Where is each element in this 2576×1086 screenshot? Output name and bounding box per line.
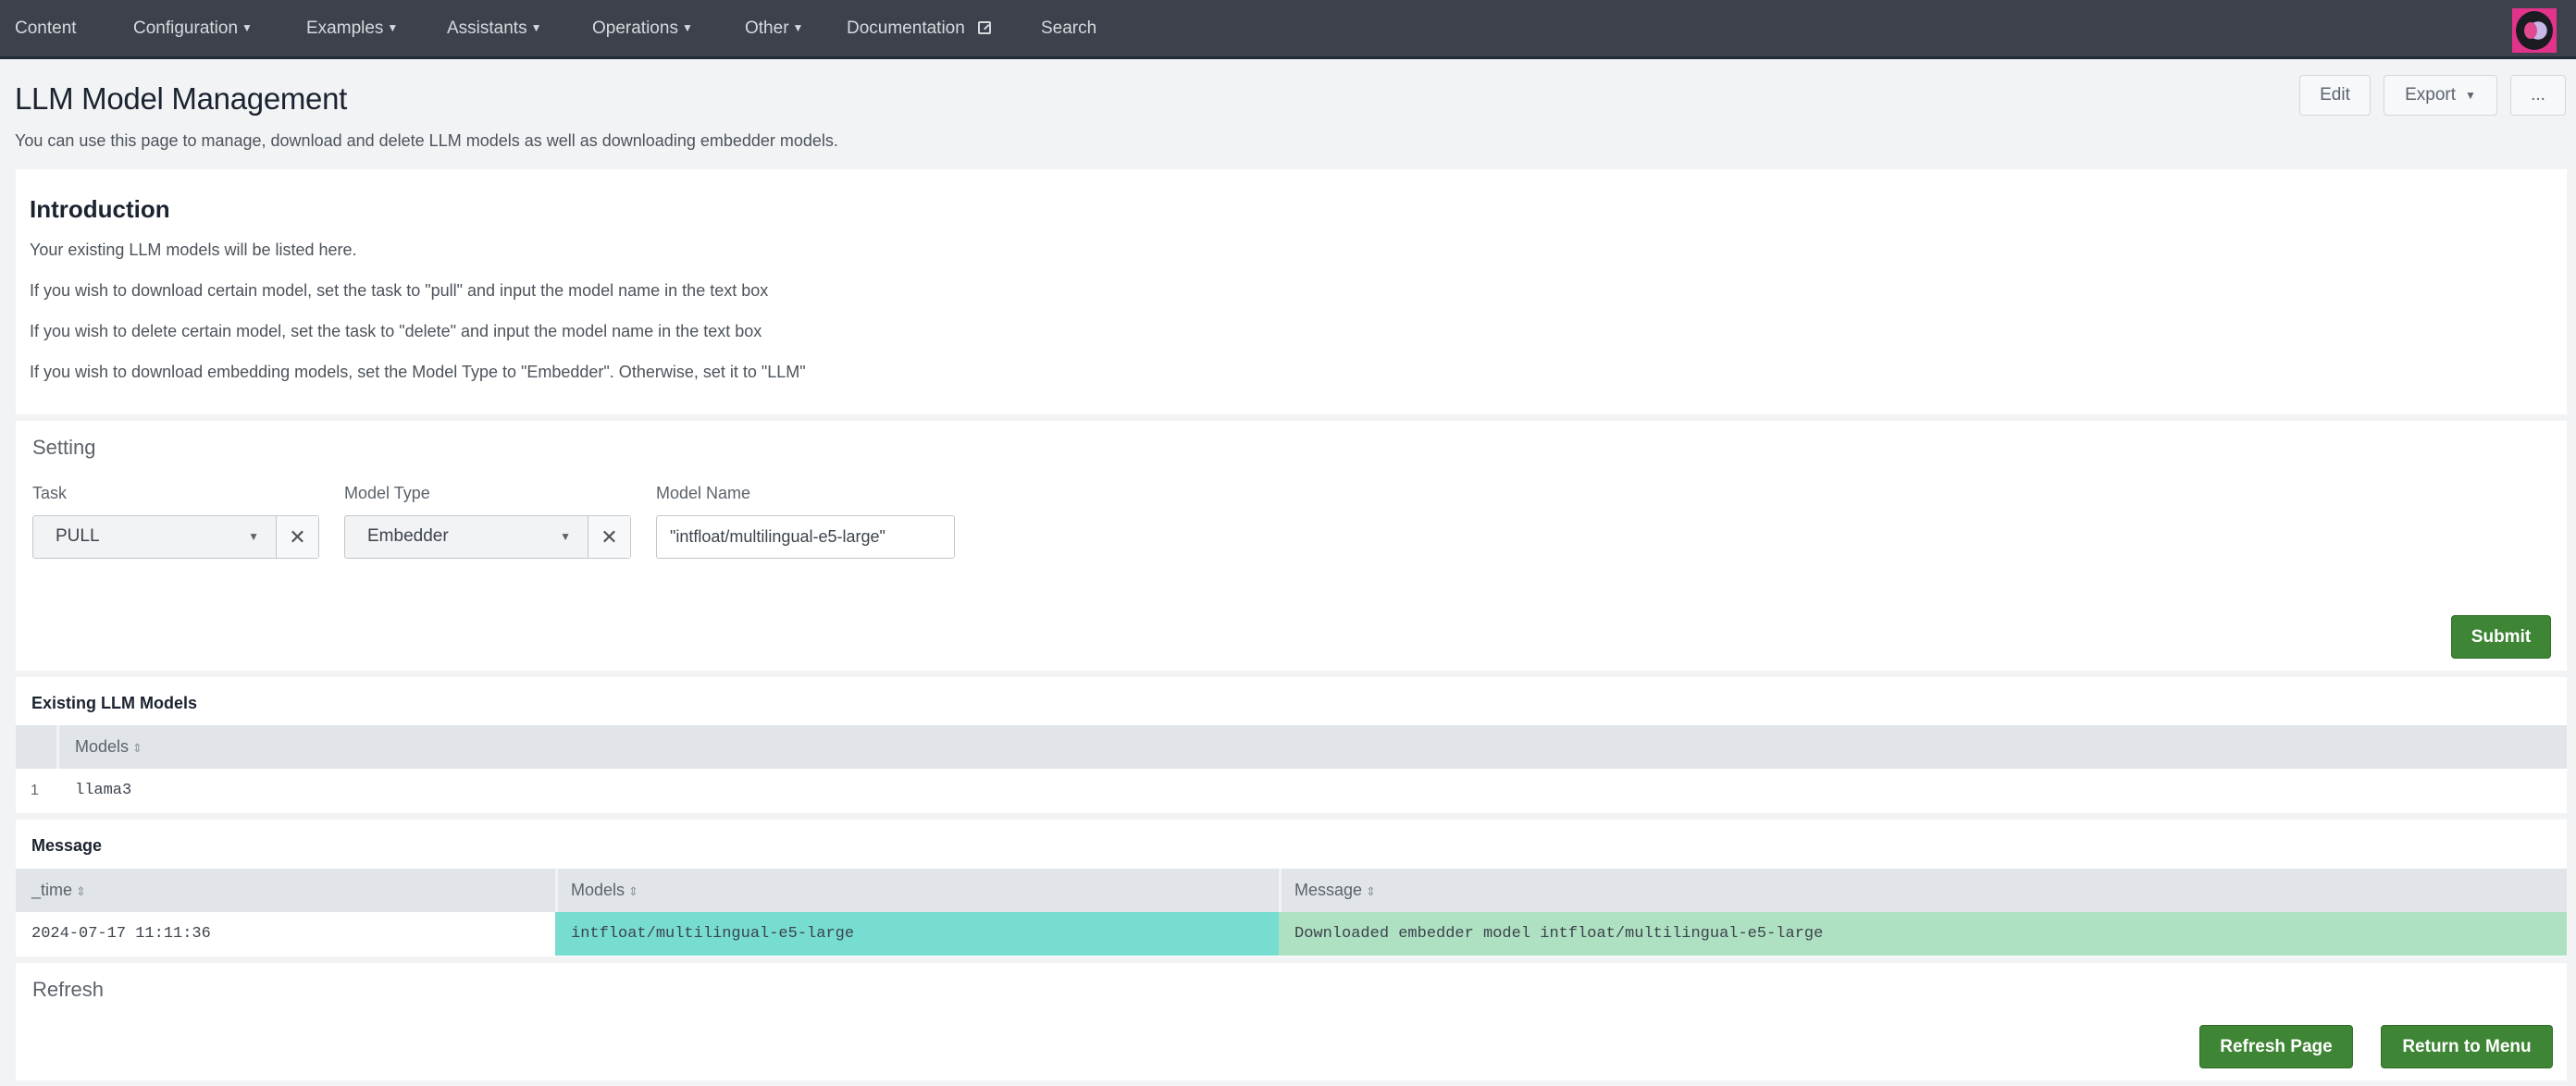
intro-line: If you wish to delete certain model, set… <box>30 322 762 340</box>
column-header-message[interactable]: Message ⇕ <box>1279 869 1376 912</box>
refresh-panel: Refresh Refresh Page Return to Menu <box>16 963 2567 1080</box>
introduction-title: Introduction <box>30 195 170 223</box>
sort-icon: ⇕ <box>1366 884 1376 898</box>
task-label: Task <box>32 484 68 502</box>
model-type-select[interactable]: Embedder ▼ ✕ <box>344 515 631 559</box>
refresh-page-label: Refresh Page <box>2220 1036 2333 1056</box>
column-header-models[interactable]: Models ⇕ <box>555 869 638 912</box>
nav-assistants-label: Assistants <box>447 19 527 38</box>
message-title: Message <box>31 836 103 855</box>
table-row: 1 llama3 <box>16 769 2567 812</box>
return-to-menu-button[interactable]: Return to Menu <box>2381 1025 2553 1068</box>
cell-models: intfloat/multilingual-e5-large <box>555 912 1279 956</box>
intro-line: Your existing LLM models will be listed … <box>30 241 357 259</box>
nav-operations[interactable]: Operations ▼ <box>592 0 693 57</box>
page-title: LLM Model Management <box>15 81 348 116</box>
more-options-button[interactable]: ... <box>2510 75 2566 116</box>
edit-label: Edit <box>2320 85 2350 105</box>
external-link-icon <box>977 21 991 34</box>
caret-down-icon: ▼ <box>387 21 399 34</box>
top-nav-bar: Content Configuration ▼ Examples ▼ Assista… <box>0 0 2576 59</box>
export-label: Export <box>2405 85 2457 105</box>
sort-icon: ⇕ <box>628 884 638 898</box>
cell-message: Downloaded embedder model intfloat/multi… <box>1279 912 2567 956</box>
page-description: You can use this page to manage, downloa… <box>15 131 838 150</box>
caret-down-icon: ▼ <box>792 21 804 34</box>
existing-models-table-header: Models ⇕ <box>16 725 2567 769</box>
cell-time: 2024-07-17 11:11:36 <box>31 925 211 943</box>
message-panel: Message _time ⇕ Models ⇕ Message ⇕ 2024-07-… <box>16 820 2567 956</box>
edit-button[interactable]: Edit <box>2299 75 2371 116</box>
more-options-icon: ... <box>2531 85 2545 105</box>
nav-other[interactable]: Other ▼ <box>745 0 803 57</box>
row-number: 1 <box>31 783 39 798</box>
task-select[interactable]: PULL ▼ ✕ <box>32 515 319 559</box>
task-value: PULL <box>56 526 100 546</box>
task-clear-button[interactable]: ✕ <box>276 516 318 558</box>
existing-models-title: Existing LLM Models <box>31 694 198 712</box>
nav-operations-label: Operations <box>592 19 678 38</box>
model-type-value: Embedder <box>367 526 449 546</box>
nav-search-label: Search <box>1041 19 1097 38</box>
caret-down-icon: ▼ <box>2465 89 2476 102</box>
existing-models-panel: Existing LLM Models Models ⇕ 1 llama3 <box>16 677 2567 813</box>
export-button[interactable]: Export ▼ <box>2384 75 2497 116</box>
column-header-label: Message <box>1294 881 1363 899</box>
return-to-menu-label: Return to Menu <box>2402 1036 2532 1056</box>
sort-icon: ⇕ <box>76 884 86 898</box>
nav-documentation[interactable]: Documentation <box>847 0 991 57</box>
nav-configuration[interactable]: Configuration ▼ <box>133 0 253 57</box>
intro-line: If you wish to download embedding models… <box>30 363 806 381</box>
message-table-header: _time ⇕ Models ⇕ Message ⇕ <box>16 869 2567 912</box>
nav-assistants[interactable]: Assistants ▼ <box>447 0 541 57</box>
close-icon: ✕ <box>601 524 618 549</box>
refresh-page-button[interactable]: Refresh Page <box>2199 1025 2353 1068</box>
intro-line: If you wish to download certain model, s… <box>30 281 769 300</box>
model-type-label: Model Type <box>344 484 430 502</box>
submit-label: Submit <box>2471 626 2532 647</box>
nav-examples-label: Examples <box>306 19 384 38</box>
model-type-select-value[interactable]: Embedder ▼ <box>345 516 588 558</box>
nav-examples[interactable]: Examples ▼ <box>306 0 398 57</box>
introduction-panel: Introduction Your existing LLM models wi… <box>16 169 2567 414</box>
column-header-models[interactable]: Models ⇕ <box>59 725 142 769</box>
setting-title: Setting <box>32 436 96 459</box>
model-name-label: Model Name <box>656 484 751 502</box>
nav-configuration-label: Configuration <box>133 19 239 38</box>
task-select-value[interactable]: PULL ▼ <box>33 516 276 558</box>
model-type-clear-button[interactable]: ✕ <box>588 516 630 558</box>
caret-down-icon: ▼ <box>242 21 253 34</box>
table-row: 2024-07-17 11:11:36 intfloat/multilingua… <box>16 912 2567 956</box>
caret-down-icon: ▼ <box>560 530 571 543</box>
close-icon: ✕ <box>289 524 306 549</box>
column-header-label: Models <box>75 737 130 756</box>
refresh-title: Refresh <box>32 978 105 1001</box>
nav-search[interactable]: Search <box>1041 0 1096 57</box>
column-header-time[interactable]: _time ⇕ <box>16 869 86 912</box>
caret-down-icon: ▼ <box>248 530 259 543</box>
caret-down-icon: ▼ <box>530 21 542 34</box>
submit-button[interactable]: Submit <box>2451 615 2551 659</box>
nav-content-label: Content <box>15 19 77 38</box>
cell-models: llama3 <box>75 782 132 799</box>
user-avatar[interactable] <box>2512 8 2557 53</box>
nav-documentation-label: Documentation <box>847 19 965 38</box>
model-name-input[interactable] <box>656 515 955 559</box>
avatar-image <box>2516 11 2553 50</box>
caret-down-icon: ▼ <box>681 21 693 34</box>
sort-icon: ⇕ <box>132 741 142 755</box>
column-header-label: Models <box>571 881 625 899</box>
column-header-label: _time <box>31 881 73 899</box>
nav-other-label: Other <box>745 19 789 38</box>
setting-panel: Setting Task PULL ▼ ✕ Model Type Embedder… <box>16 421 2567 671</box>
nav-content[interactable]: Content <box>15 0 77 57</box>
